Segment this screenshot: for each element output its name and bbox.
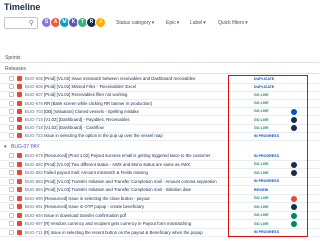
sprints-label: Sprints [5, 55, 21, 61]
row-checkbox[interactable] [9, 76, 14, 81]
chevron-down-icon: ▾ [151, 20, 155, 26]
avatar[interactable]: J [95, 17, 106, 28]
bug-icon [17, 170, 22, 175]
bug-icon [17, 100, 22, 106]
bug-icon [17, 153, 22, 158]
bug-icon [17, 161, 22, 167]
toolbar: ⚲ SAMKTRJ Status category▾ Epic▾ Label▾ … [4, 17, 316, 30]
row-checkbox[interactable] [9, 92, 14, 98]
releases-row[interactable]: Releases [0, 65, 319, 74]
row-checkbox[interactable] [9, 221, 14, 226]
row-checkbox[interactable] [9, 178, 14, 184]
chevron-down-icon[interactable]: ▾ [4, 144, 7, 150]
bug-icon [17, 221, 22, 226]
row-checkbox[interactable] [9, 100, 14, 106]
row-checkbox[interactable] [9, 125, 14, 131]
releases-label: Releases [5, 66, 26, 72]
bug-icon [17, 92, 22, 98]
row-checkbox[interactable] [9, 229, 14, 235]
filter-quick-filters[interactable]: Quick filters▾ [218, 18, 248, 28]
row-checkbox[interactable] [9, 161, 14, 167]
row-checkbox[interactable] [9, 187, 14, 192]
row-checkbox[interactable] [9, 84, 14, 90]
row-checkbox[interactable] [9, 170, 14, 175]
filter-epic[interactable]: Epic▾ [166, 18, 179, 28]
row-checkbox[interactable] [9, 117, 14, 122]
sprints-row[interactable]: Sprints [0, 54, 319, 63]
avatar-group: SAMKTRJ [41, 17, 106, 29]
bug-icon [17, 125, 22, 131]
filter-status-category[interactable]: Status category▾ [116, 18, 154, 28]
highlight-box [228, 75, 308, 237]
bug-icon [17, 76, 22, 81]
row-checkbox[interactable] [9, 153, 14, 158]
chevron-down-icon: ▾ [203, 20, 206, 26]
bug-icon [17, 195, 22, 201]
row-checkbox[interactable] [9, 195, 14, 201]
chevron-down-icon: ▾ [245, 20, 248, 26]
bug-icon [17, 229, 22, 235]
filter-label[interactable]: Label▾ [190, 18, 206, 28]
bug-icon [17, 187, 22, 192]
bug-icon [17, 204, 22, 209]
search-icon: ⚲ [28, 20, 34, 27]
row-checkbox[interactable] [9, 108, 14, 114]
row-checkbox[interactable] [9, 204, 14, 209]
bug-icon [17, 117, 22, 122]
epic-label: BUG-07 PAY [11, 144, 40, 150]
page-title: Timeline [4, 2, 41, 12]
bug-icon [17, 108, 22, 114]
bug-icon [17, 84, 22, 90]
bug-icon [17, 212, 22, 218]
search-input[interactable]: ⚲ [4, 17, 38, 29]
row-checkbox[interactable] [9, 133, 14, 139]
chevron-down-icon: ▾ [176, 20, 180, 26]
row-checkbox[interactable] [9, 212, 14, 218]
bug-icon [17, 133, 22, 139]
bug-icon [17, 178, 22, 184]
